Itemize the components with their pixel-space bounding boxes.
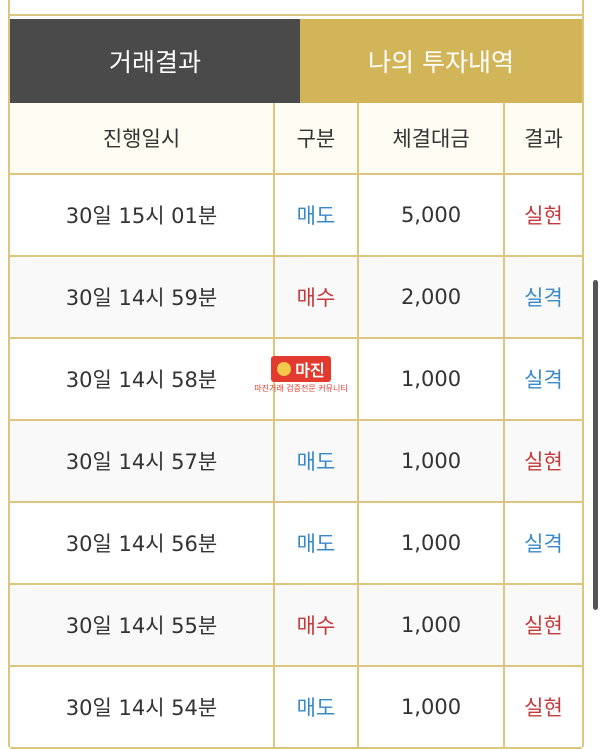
table-row: 30일 14시 57분 매도 1,000 실현: [10, 421, 582, 503]
row-amount: 1,000: [359, 585, 505, 665]
row-result: 실현: [524, 696, 563, 720]
row-datetime: 30일 14시 55분: [10, 585, 275, 665]
table-row: 30일 14시 59분 매수 2,000 실격: [10, 257, 582, 339]
row-type: 매도: [275, 175, 359, 255]
header-result: 결과: [524, 127, 563, 151]
row-amount: 1,000: [359, 667, 505, 747]
row-type: 매도: [275, 421, 359, 501]
row-amount: 2,000: [359, 257, 505, 337]
table-row: 30일 14시 58분 1,000 실격: [10, 339, 582, 421]
row-result: 실현: [524, 614, 563, 638]
table-row: 30일 14시 56분 매도 1,000 실격: [10, 503, 582, 585]
row-result: 실격: [524, 532, 563, 556]
row-datetime: 30일 15시 01분: [10, 175, 275, 255]
header-type: 구분: [275, 103, 359, 173]
row-type: 매도: [275, 667, 359, 747]
tab-bar: 거래결과 나의 투자내역: [10, 19, 582, 103]
table-header-row: 진행일시 구분 체결대금 결과: [10, 103, 582, 175]
row-result: 실격: [524, 286, 563, 310]
row-result: 실격: [524, 368, 563, 392]
trade-table: 진행일시 구분 체결대금 결과 30일 15시 01분 매도 5,000 실현 …: [10, 103, 582, 749]
row-amount: 5,000: [359, 175, 505, 255]
tab-trade-results[interactable]: 거래결과: [10, 19, 300, 103]
row-datetime: 30일 14시 54분: [10, 667, 275, 747]
row-amount: 1,000: [359, 339, 505, 419]
row-datetime: 30일 14시 58분: [10, 339, 275, 419]
row-amount: 1,000: [359, 421, 505, 501]
right-border: [582, 0, 584, 747]
top-border: [8, 14, 584, 16]
scrollbar[interactable]: [593, 280, 598, 610]
row-datetime: 30일 14시 56분: [10, 503, 275, 583]
row-datetime: 30일 14시 57분: [10, 421, 275, 501]
row-result: 실현: [524, 450, 563, 474]
tab-my-investments[interactable]: 나의 투자내역: [300, 19, 582, 103]
trade-history-panel: 거래결과 나의 투자내역 진행일시 구분 체결대금 결과 30일 15시 01분…: [0, 0, 600, 749]
header-amount: 체결대금: [359, 103, 505, 173]
table-row: 30일 14시 55분 매수 1,000 실현: [10, 585, 582, 667]
row-type: [275, 339, 359, 419]
row-amount: 1,000: [359, 503, 505, 583]
row-type: 매수: [275, 585, 359, 665]
row-datetime: 30일 14시 59분: [10, 257, 275, 337]
row-type: 매도: [275, 503, 359, 583]
header-datetime: 진행일시: [10, 103, 275, 173]
row-result: 실현: [524, 204, 563, 228]
table-row: 30일 15시 01분 매도 5,000 실현: [10, 175, 582, 257]
row-type: 매수: [275, 257, 359, 337]
table-row: 30일 14시 54분 매도 1,000 실현: [10, 667, 582, 749]
